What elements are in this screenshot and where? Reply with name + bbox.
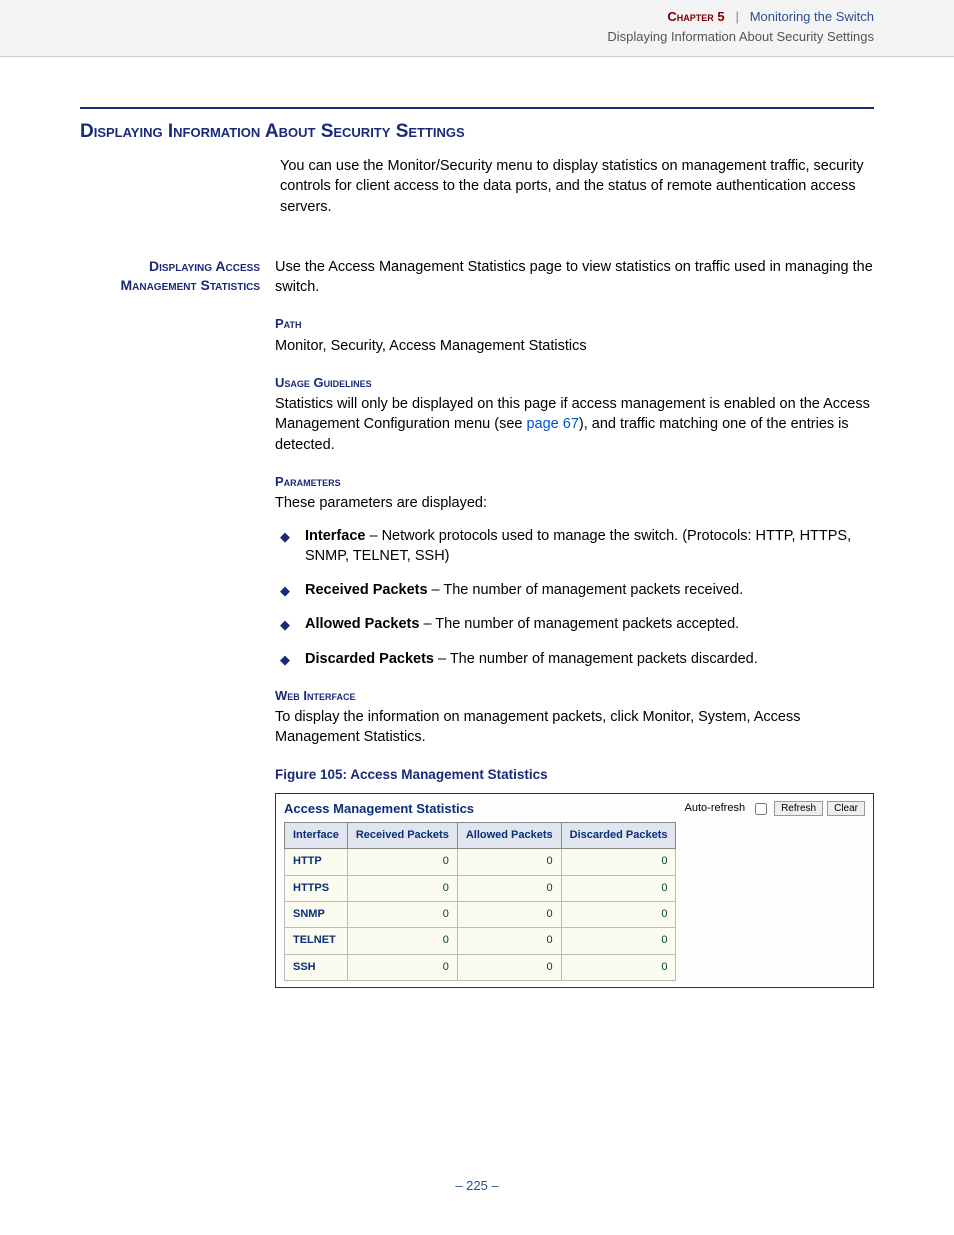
figure-title: Access Management Statistics: [284, 800, 474, 818]
page-header: Chapter 5 | Monitoring the Switch Displa…: [0, 0, 954, 57]
web-interface-text: To display the information on management…: [275, 707, 874, 748]
separator: |: [728, 9, 746, 24]
page-number: – 225 –: [0, 1177, 954, 1195]
param-name: Interface: [305, 528, 365, 544]
parameters-label: Parameters: [275, 473, 874, 491]
th-received: Received Packets: [347, 822, 457, 848]
cell-num: 0: [347, 875, 457, 901]
cell-num: 0: [457, 954, 561, 980]
web-interface-label: Web Interface: [275, 687, 874, 705]
side-heading: Displaying Access Management Statistics: [80, 257, 260, 296]
header-subtitle: Displaying Information About Security Se…: [80, 28, 874, 46]
usage-text: Statistics will only be displayed on thi…: [275, 394, 874, 455]
cell-num: 0: [561, 875, 676, 901]
autorefresh-checkbox[interactable]: [755, 803, 767, 815]
parameters-intro: These parameters are displayed:: [275, 493, 874, 513]
clear-button[interactable]: Clear: [827, 801, 865, 816]
param-name: Received Packets: [305, 582, 428, 598]
autorefresh-label: Auto-refresh: [685, 801, 746, 816]
table-header-row: Interface Received Packets Allowed Packe…: [285, 822, 676, 848]
cell-num: 0: [561, 954, 676, 980]
table-row: TELNET 0 0 0: [285, 928, 676, 954]
cell-proto: TELNET: [285, 928, 348, 954]
table-row: HTTPS 0 0 0: [285, 875, 676, 901]
param-desc: – Network protocols used to manage the s…: [305, 528, 851, 564]
cell-proto: HTTPS: [285, 875, 348, 901]
list-item: Interface – Network protocols used to ma…: [275, 526, 874, 567]
list-item: Discarded Packets – The number of manage…: [275, 649, 874, 669]
cell-proto: HTTP: [285, 849, 348, 875]
cell-num: 0: [457, 849, 561, 875]
horizontal-rule: [80, 107, 874, 109]
list-item: Received Packets – The number of managem…: [275, 580, 874, 600]
list-item: Allowed Packets – The number of manageme…: [275, 614, 874, 634]
cell-proto: SNMP: [285, 902, 348, 928]
path-text: Monitor, Security, Access Management Sta…: [275, 336, 874, 356]
stats-table: Interface Received Packets Allowed Packe…: [284, 822, 676, 981]
cell-num: 0: [457, 902, 561, 928]
th-interface: Interface: [285, 822, 348, 848]
cell-num: 0: [347, 954, 457, 980]
cell-num: 0: [561, 849, 676, 875]
cell-proto: SSH: [285, 954, 348, 980]
cell-num: 0: [561, 928, 676, 954]
intro-text: You can use the Monitor/Security menu to…: [280, 156, 874, 217]
th-discarded: Discarded Packets: [561, 822, 676, 848]
table-row: SSH 0 0 0: [285, 954, 676, 980]
figure-screenshot: Access Management Statistics Auto-refres…: [275, 793, 874, 989]
param-name: Discarded Packets: [305, 651, 434, 667]
param-desc: – The number of management packets accep…: [419, 616, 739, 632]
cell-num: 0: [347, 849, 457, 875]
cell-num: 0: [457, 875, 561, 901]
parameter-list: Interface – Network protocols used to ma…: [275, 526, 874, 669]
table-row: HTTP 0 0 0: [285, 849, 676, 875]
th-allowed: Allowed Packets: [457, 822, 561, 848]
cell-num: 0: [561, 902, 676, 928]
figure-controls: Auto-refresh Refresh Clear: [685, 800, 865, 818]
cell-num: 0: [457, 928, 561, 954]
path-label: Path: [275, 315, 874, 333]
cell-num: 0: [347, 928, 457, 954]
chapter-label: Chapter 5: [667, 9, 724, 24]
table-row: SNMP 0 0 0: [285, 902, 676, 928]
section-title: Displaying Information About Security Se…: [80, 119, 874, 146]
param-desc: – The number of management packets recei…: [428, 582, 744, 598]
param-desc: – The number of management packets disca…: [434, 651, 758, 667]
refresh-button[interactable]: Refresh: [774, 801, 823, 816]
page-link[interactable]: page 67: [526, 416, 578, 432]
usage-label: Usage Guidelines: [275, 374, 874, 392]
cell-num: 0: [347, 902, 457, 928]
param-name: Allowed Packets: [305, 616, 419, 632]
chapter-title: Monitoring the Switch: [750, 9, 874, 24]
figure-caption: Figure 105: Access Management Statistics: [275, 766, 874, 785]
main-intro: Use the Access Management Statistics pag…: [275, 257, 874, 298]
